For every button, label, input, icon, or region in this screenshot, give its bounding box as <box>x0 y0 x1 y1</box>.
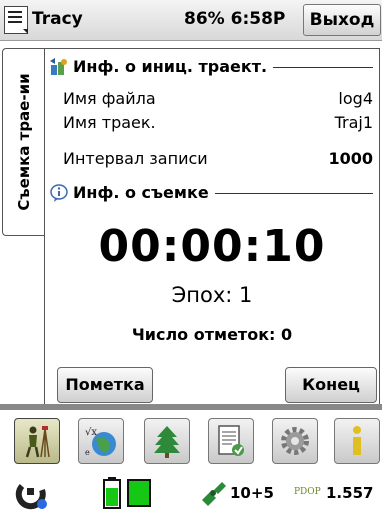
document-icon <box>218 425 244 456</box>
pdop-value: 1.557 <box>326 484 374 502</box>
svg-text:√x: √x <box>85 427 97 438</box>
traj-info-heading-text: Инф. о иниц. траект. <box>73 57 274 76</box>
traj-info-heading: Инф. о иниц. траект. <box>45 55 379 79</box>
coordinates-tool-button[interactable]: √x e <box>78 418 124 464</box>
end-button[interactable]: Конец <box>285 367 377 403</box>
gnss-receiver-icon[interactable] <box>14 476 48 510</box>
info-bubble-icon <box>50 184 68 202</box>
app-title: Tracy <box>32 9 83 29</box>
tool-bar: √x e <box>0 410 382 470</box>
vegetation-tool-button[interactable] <box>144 418 190 464</box>
battery-time-status: 86% 6:58P <box>184 9 286 29</box>
survey-info-heading: Инф. о съемке <box>45 181 379 205</box>
survey-info-heading-text: Инф. о съемке <box>73 183 215 202</box>
tab-trajectory-survey[interactable]: Съемка трае-ии <box>2 48 45 236</box>
title-bar: Tracy 86% 6:58P Выход <box>0 0 382 41</box>
main-panel: Инф. о иниц. траект. Имя файла log4 Имя … <box>44 48 380 406</box>
log-interval-value: 1000 <box>328 149 373 168</box>
mark-button[interactable]: Пометка <box>57 367 153 403</box>
mark-count: Число отметок: 0 <box>131 325 293 344</box>
traj-name-label: Имя траек. <box>63 113 156 132</box>
tab-trajectory-survey-label: Съемка трае-ии <box>15 73 33 211</box>
info-tool-button[interactable] <box>334 418 380 464</box>
file-name-label: Имя файла <box>63 89 156 108</box>
surveyor-icon <box>25 426 50 458</box>
row-traj-name: Имя траек. Traj1 <box>63 113 373 135</box>
row-file-name: Имя файла log4 <box>63 89 373 111</box>
svg-text:e: e <box>85 448 90 457</box>
gear-icon <box>281 427 309 455</box>
exit-button[interactable]: Выход <box>303 4 381 36</box>
trajectory-icon <box>50 58 67 75</box>
elapsed-timer: 00:00:10 <box>98 221 326 272</box>
tree-icon <box>154 426 180 458</box>
battery-icon-2 <box>127 479 151 507</box>
pdop-label: PDOP <box>294 487 321 497</box>
file-name-value: log4 <box>338 89 373 108</box>
surveyor-tool-button[interactable] <box>14 418 60 464</box>
status-bar: 10+5 PDOP 1.557 <box>0 470 382 516</box>
satellite-icon <box>202 482 226 506</box>
settings-tool-button[interactable] <box>272 418 318 464</box>
traj-name-value: Traj1 <box>334 113 373 132</box>
row-log-interval: Интервал записи 1000 <box>63 149 373 171</box>
satellite-count: 10+5 <box>230 484 274 502</box>
info-icon <box>353 426 361 455</box>
battery-icon-1 <box>103 477 121 509</box>
start-menu-icon[interactable] <box>4 6 28 34</box>
document-tool-button[interactable] <box>208 418 254 464</box>
coordinates-globe-icon: √x e <box>85 427 116 457</box>
log-interval-label: Интервал записи <box>63 149 208 168</box>
epoch-count: Эпох: 1 <box>171 283 253 307</box>
